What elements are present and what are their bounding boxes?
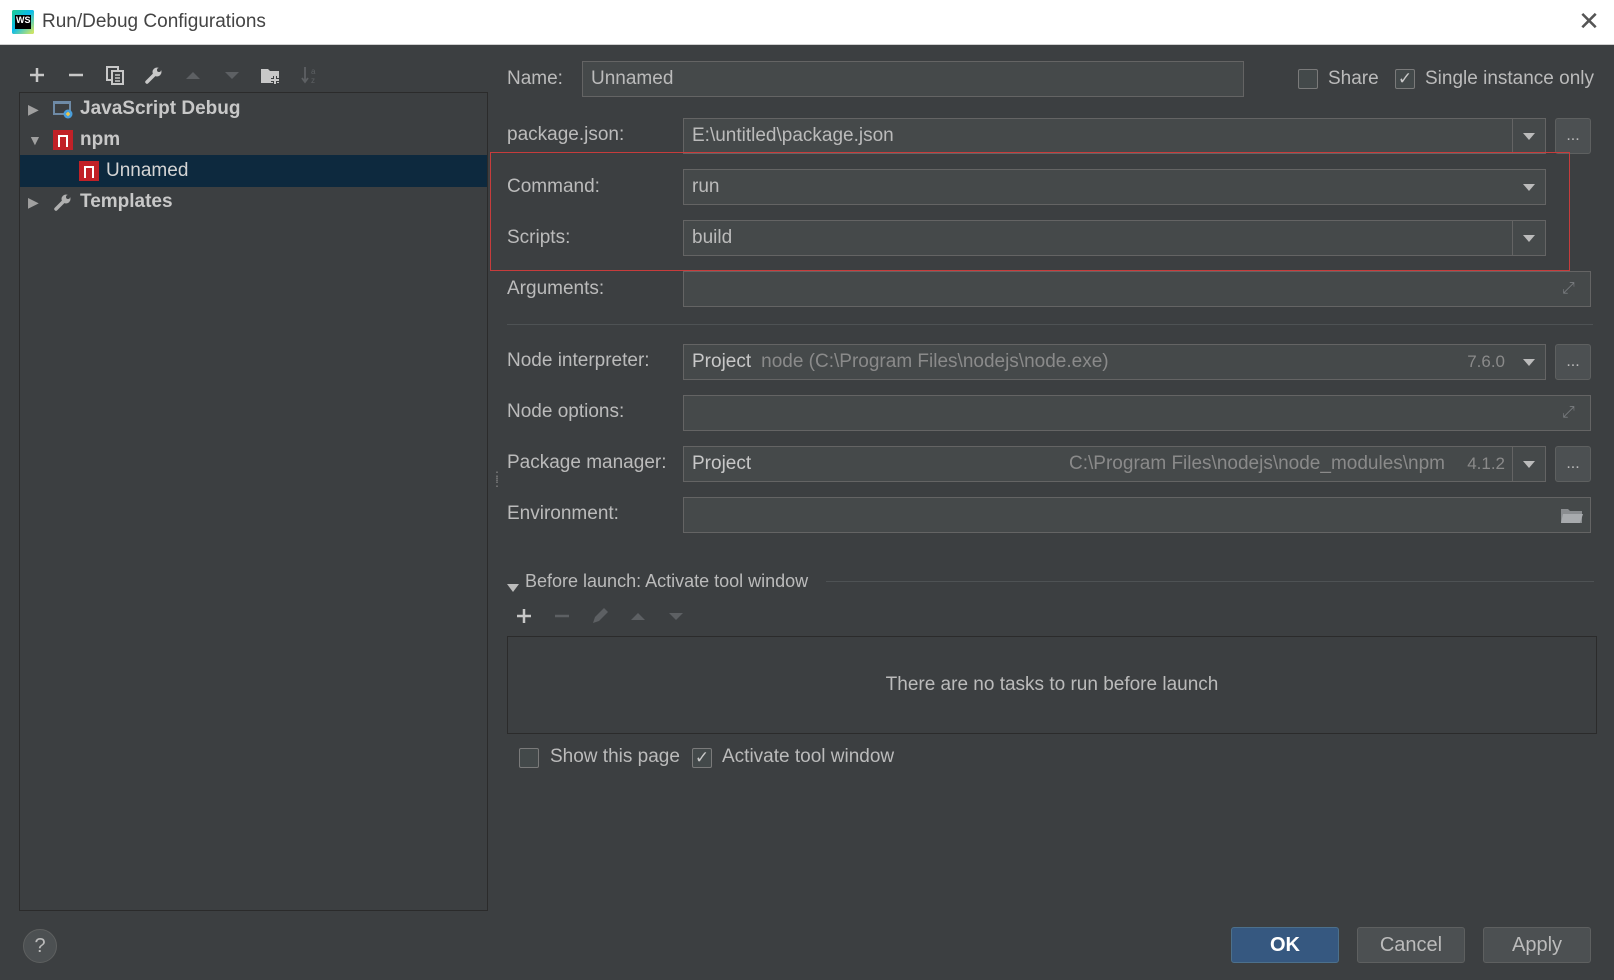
empty-tasks-text: There are no tasks to run before launch <box>885 674 1219 695</box>
browse-package-json-button[interactable]: ... <box>1555 118 1591 154</box>
config-tree: ▶ JavaScript Debug ▼ npm Unnamed ▶ Templ… <box>19 92 488 911</box>
node-interpreter-version: 7.6.0 <box>1467 352 1505 371</box>
config-toolbar: az <box>20 58 326 92</box>
single-instance-checkbox[interactable]: ✓ <box>1395 69 1415 89</box>
show-page-label: Show this page <box>550 746 680 767</box>
command-label: Command: <box>507 176 600 197</box>
node-interpreter-label: Node interpreter: <box>507 350 650 371</box>
name-label: Name: <box>507 68 563 89</box>
help-button[interactable]: ? <box>23 929 57 963</box>
dropdown-arrow-icon[interactable] <box>1512 119 1545 153</box>
browse-node-interpreter-button[interactable]: ... <box>1555 344 1591 380</box>
environment-label: Environment: <box>507 503 619 524</box>
wrench-icon <box>52 191 74 213</box>
share-checkbox[interactable] <box>1298 69 1318 89</box>
javascript-debug-icon <box>52 98 74 120</box>
collapse-arrow-icon[interactable] <box>507 577 519 592</box>
expand-arrow-icon[interactable]: ▶ <box>28 195 42 209</box>
package-manager-label: Package manager: <box>507 452 667 473</box>
remove-icon <box>546 600 578 632</box>
scripts-combo[interactable]: build <box>683 220 1546 256</box>
expand-arrow-icon[interactable]: ▶ <box>28 102 42 116</box>
single-instance-label: Single instance only <box>1425 68 1594 89</box>
new-folder-icon[interactable] <box>254 58 287 91</box>
window-title: Run/Debug Configurations <box>42 11 266 32</box>
ok-button[interactable]: OK <box>1231 927 1339 963</box>
copy-icon[interactable] <box>98 58 131 91</box>
tree-item-label: Templates <box>80 191 173 212</box>
name-input[interactable]: Unnamed <box>582 61 1244 97</box>
folder-icon[interactable] <box>1560 505 1584 531</box>
add-icon[interactable] <box>508 600 540 632</box>
tree-item-unnamed[interactable]: Unnamed <box>20 155 487 187</box>
node-interpreter-project: Project <box>692 351 752 372</box>
sort-icon: az <box>293 58 326 91</box>
cancel-button[interactable]: Cancel <box>1357 927 1465 963</box>
dropdown-arrow-icon[interactable] <box>1512 170 1545 204</box>
dropdown-arrow-icon[interactable] <box>1512 345 1545 379</box>
tree-item-label: npm <box>80 129 121 150</box>
package-manager-path: C:\Program Files\nodejs\node_modules\npm <box>1069 453 1445 474</box>
tree-item-label: JavaScript Debug <box>80 98 241 119</box>
tree-item-templates[interactable]: ▶ Templates <box>20 186 487 218</box>
environment-input[interactable] <box>683 497 1591 533</box>
expand-icon[interactable]: ⤢ <box>1562 280 1580 298</box>
package-manager-combo[interactable]: Project C:\Program Files\nodejs\node_mod… <box>683 446 1546 482</box>
dropdown-arrow-icon[interactable] <box>1512 221 1545 255</box>
npm-icon <box>78 160 100 182</box>
before-launch-title[interactable]: Before launch: Activate tool window <box>525 571 808 592</box>
apply-button[interactable]: Apply <box>1483 927 1591 963</box>
separator <box>507 324 1593 325</box>
add-icon[interactable] <box>20 58 53 91</box>
wrench-icon[interactable] <box>137 58 170 91</box>
command-combo[interactable]: run <box>683 169 1546 205</box>
npm-icon <box>52 129 74 151</box>
node-options-input[interactable]: ⤢ <box>683 395 1591 431</box>
node-options-label: Node options: <box>507 401 625 422</box>
activate-tool-window-label: Activate tool window <box>722 746 895 767</box>
tree-item-javascript-debug[interactable]: ▶ JavaScript Debug <box>20 93 487 125</box>
show-page-checkbox[interactable] <box>519 748 539 768</box>
svg-text:a: a <box>311 67 316 76</box>
activate-tool-window-checkbox[interactable]: ✓ <box>692 748 712 768</box>
expand-icon[interactable]: ⤢ <box>1562 404 1580 422</box>
command-value: run <box>692 176 720 197</box>
close-icon[interactable]: ✕ <box>1576 8 1602 34</box>
tree-item-label: Unnamed <box>106 160 189 181</box>
browse-package-manager-button[interactable]: ... <box>1555 446 1591 482</box>
collapse-arrow-icon[interactable]: ▼ <box>28 133 42 147</box>
tree-item-npm[interactable]: ▼ npm <box>20 124 487 156</box>
move-up-icon <box>176 58 209 91</box>
svg-text:z: z <box>311 76 315 85</box>
before-launch-task-list: There are no tasks to run before launch <box>507 636 1597 734</box>
webstorm-logo-icon: WS <box>12 10 34 34</box>
dropdown-arrow-icon[interactable] <box>1512 447 1545 481</box>
package-manager-version: 4.1.2 <box>1467 454 1505 473</box>
move-up-icon <box>622 600 654 632</box>
move-down-icon <box>660 600 692 632</box>
package-json-combo[interactable]: E:\untitled\package.json <box>683 118 1546 154</box>
move-down-icon <box>215 58 248 91</box>
scripts-label: Scripts: <box>507 227 571 248</box>
splitter-handle[interactable]: ⋮ ⋮ <box>491 470 503 499</box>
node-interpreter-combo[interactable]: Project node (C:\Program Files\nodejs\no… <box>683 344 1546 380</box>
remove-icon[interactable] <box>59 58 92 91</box>
package-json-value: E:\untitled\package.json <box>692 125 894 146</box>
separator <box>826 581 1594 582</box>
arguments-input[interactable]: ⤢ <box>683 271 1591 307</box>
scripts-value: build <box>692 227 733 248</box>
node-interpreter-path: node (C:\Program Files\nodejs\node.exe) <box>761 351 1109 372</box>
title-bar: WS Run/Debug Configurations ✕ <box>0 0 1614 45</box>
before-launch-toolbar <box>508 600 692 632</box>
package-manager-project: Project <box>692 453 752 474</box>
package-json-label: package.json: <box>507 124 625 145</box>
arguments-label: Arguments: <box>507 278 605 299</box>
edit-icon <box>584 600 616 632</box>
share-label: Share <box>1328 68 1379 89</box>
